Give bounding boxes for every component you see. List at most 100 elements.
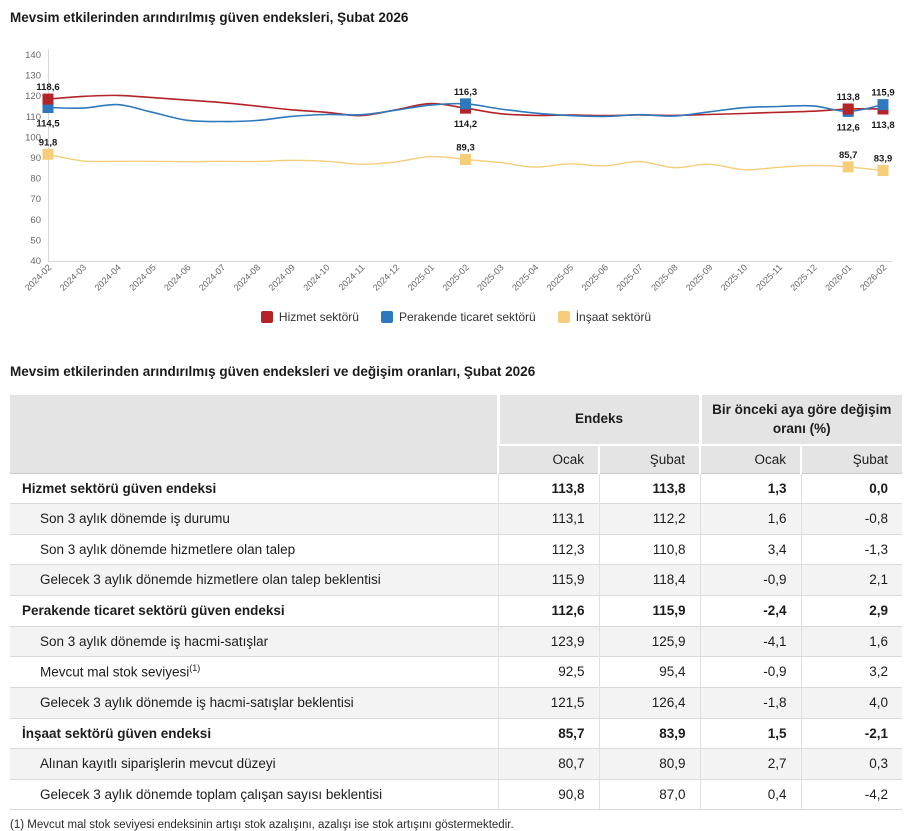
data-point-label: 114,2 (454, 119, 477, 130)
y-tick-label: 130 (25, 71, 41, 82)
row-label: Mevcut mal stok seviyesi(1) (10, 657, 498, 688)
data-point-marker-insaat[interactable] (460, 154, 471, 165)
data-point-marker-perakende[interactable] (878, 99, 889, 110)
data-point-label: 115,9 (871, 88, 894, 99)
legend-swatch-icon (261, 311, 273, 323)
y-tick-label: 70 (30, 194, 41, 205)
y-tick-label: 140 (25, 50, 41, 61)
data-point-marker-insaat[interactable] (878, 165, 889, 176)
row-label: Son 3 aylık dönemde iş hacmi-satışlar (10, 626, 498, 657)
data-point-marker-hizmet[interactable] (43, 94, 54, 105)
value-cell: 80,9 (599, 749, 700, 780)
col-group-degisim-orani: Bir önceki aya göre değişim oranı (%) (700, 395, 902, 444)
value-cell: 115,9 (498, 565, 599, 596)
value-cell: 113,1 (498, 504, 599, 535)
legend-item-insaat[interactable]: İnşaat sektörü (558, 310, 651, 324)
value-cell: 123,9 (498, 626, 599, 657)
y-tick-label: 60 (30, 215, 41, 226)
row-label: Son 3 aylık dönemde hizmetlere olan tale… (10, 534, 498, 565)
x-tick-label: 2025-11 (754, 263, 784, 293)
x-tick-label: 2025-04 (510, 263, 540, 293)
row-label: Hizmet sektörü güven endeksi (10, 473, 498, 504)
subheader-endeks-ocak: Ocak (498, 445, 599, 474)
row-label: Gelecek 3 aylık dönemde iş hacmi-satışla… (10, 688, 498, 719)
data-point-marker-hizmet[interactable] (843, 104, 854, 115)
chart-legend: Hizmet sektörü Perakende ticaret sektörü İ… (10, 308, 902, 326)
data-point-label: 113,8 (837, 92, 860, 103)
table-row: Son 3 aylık dönemde hizmetlere olan tale… (10, 534, 902, 565)
value-cell: 3,2 (801, 657, 902, 688)
value-cell: 1,3 (700, 473, 801, 504)
value-cell: 112,6 (498, 596, 599, 627)
value-cell: 0,0 (801, 473, 902, 504)
value-cell: -1,8 (700, 688, 801, 719)
x-tick-label: 2024-09 (267, 263, 297, 293)
data-point-label: 114,5 (36, 119, 60, 130)
table-row: Son 3 aylık dönemde iş durumu113,1112,21… (10, 504, 902, 535)
row-label: Perakende ticaret sektörü güven endeksi (10, 596, 498, 627)
value-cell: 2,9 (801, 596, 902, 627)
subheader-degisim-ocak: Ocak (700, 445, 801, 474)
data-point-label: 116,3 (454, 87, 477, 98)
table-row: Son 3 aylık dönemde iş hacmi-satışlar123… (10, 626, 902, 657)
value-cell: 110,8 (599, 534, 700, 565)
x-tick-label: 2025-03 (475, 263, 505, 293)
y-tick-label: 90 (30, 153, 41, 164)
value-cell: 113,8 (599, 473, 700, 504)
x-tick-label: 2025-05 (545, 263, 575, 293)
table-row: Gelecek 3 aylık dönemde hizmetlere olan … (10, 565, 902, 596)
y-tick-label: 80 (30, 174, 41, 185)
x-tick-label: 2024-07 (197, 263, 227, 293)
value-cell: 121,5 (498, 688, 599, 719)
x-tick-label: 2024-04 (93, 263, 123, 293)
legend-item-hizmet[interactable]: Hizmet sektörü (261, 310, 359, 324)
x-tick-label: 2025-09 (684, 263, 714, 293)
x-tick-label: 2025-01 (406, 263, 436, 293)
value-cell: 112,2 (599, 504, 700, 535)
y-tick-label: 40 (30, 256, 41, 267)
value-cell: -0,9 (700, 565, 801, 596)
indices-table-header: Endeks Bir önceki aya göre değişim oranı… (10, 395, 902, 473)
data-point-marker-perakende[interactable] (460, 99, 471, 110)
value-cell: -0,9 (700, 657, 801, 688)
data-point-label: 89,3 (456, 143, 475, 154)
data-point-label: 113,8 (871, 120, 894, 131)
table-corner-cell (10, 395, 498, 473)
x-tick-label: 2025-08 (649, 263, 679, 293)
indices-table-body: Hizmet sektörü güven endeksi113,8113,81,… (10, 473, 902, 810)
table-section: Mevsim etkilerinden arındırılmış güven e… (10, 364, 902, 831)
value-cell: 3,4 (700, 534, 801, 565)
data-point-marker-insaat[interactable] (843, 162, 854, 173)
table-title: Mevsim etkilerinden arındırılmış güven e… (10, 364, 902, 380)
value-cell: 85,7 (498, 718, 599, 749)
x-tick-label: 2024-03 (58, 263, 88, 293)
value-cell: 118,4 (599, 565, 700, 596)
legend-item-perakende[interactable]: Perakende ticaret sektörü (381, 310, 536, 324)
subheader-degisim-subat: Şubat (801, 445, 902, 474)
data-point-marker-insaat[interactable] (43, 149, 54, 160)
chart-title: Mevsim etkilerinden arındırılmış güven e… (10, 10, 902, 26)
value-cell: 1,6 (801, 626, 902, 657)
table-row: Hizmet sektörü güven endeksi113,8113,81,… (10, 473, 902, 504)
value-cell: 83,9 (599, 718, 700, 749)
x-tick-label: 2026-02 (858, 263, 888, 293)
data-point-label: 83,9 (874, 154, 893, 165)
legend-label: Perakende ticaret sektörü (399, 310, 536, 324)
value-cell: 0,3 (801, 749, 902, 780)
value-cell: 80,7 (498, 749, 599, 780)
x-tick-label: 2025-10 (719, 263, 749, 293)
value-cell: 113,8 (498, 473, 599, 504)
data-point-label: 91,8 (39, 137, 58, 148)
chart-section: Mevsim etkilerinden arındırılmış güven e… (10, 10, 902, 326)
report-page: Mevsim etkilerinden arındırılmış güven e… (0, 0, 912, 831)
x-tick-label: 2024-08 (232, 263, 262, 293)
subheader-endeks-subat: Şubat (599, 445, 700, 474)
value-cell: 92,5 (498, 657, 599, 688)
row-label: Son 3 aylık dönemde iş durumu (10, 504, 498, 535)
x-tick-label: 2025-06 (580, 263, 610, 293)
legend-swatch-icon (381, 311, 393, 323)
value-cell: -1,3 (801, 534, 902, 565)
x-tick-label: 2025-12 (788, 263, 818, 293)
value-cell: -4,1 (700, 626, 801, 657)
value-cell: 1,5 (700, 718, 801, 749)
